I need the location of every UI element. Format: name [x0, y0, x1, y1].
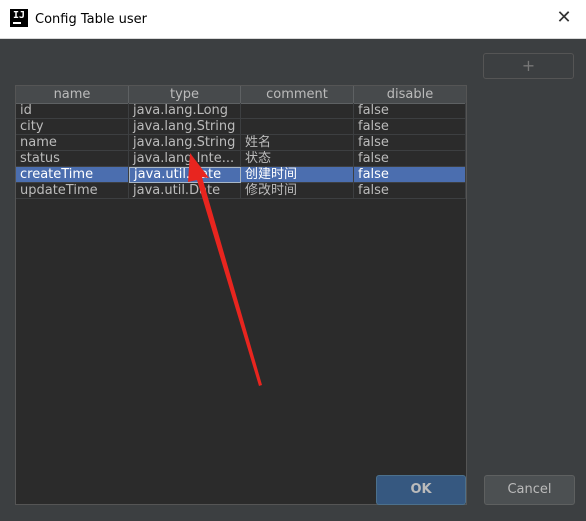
annotation-arrow [188, 153, 262, 386]
annotation-arrow-shape [188, 153, 262, 386]
